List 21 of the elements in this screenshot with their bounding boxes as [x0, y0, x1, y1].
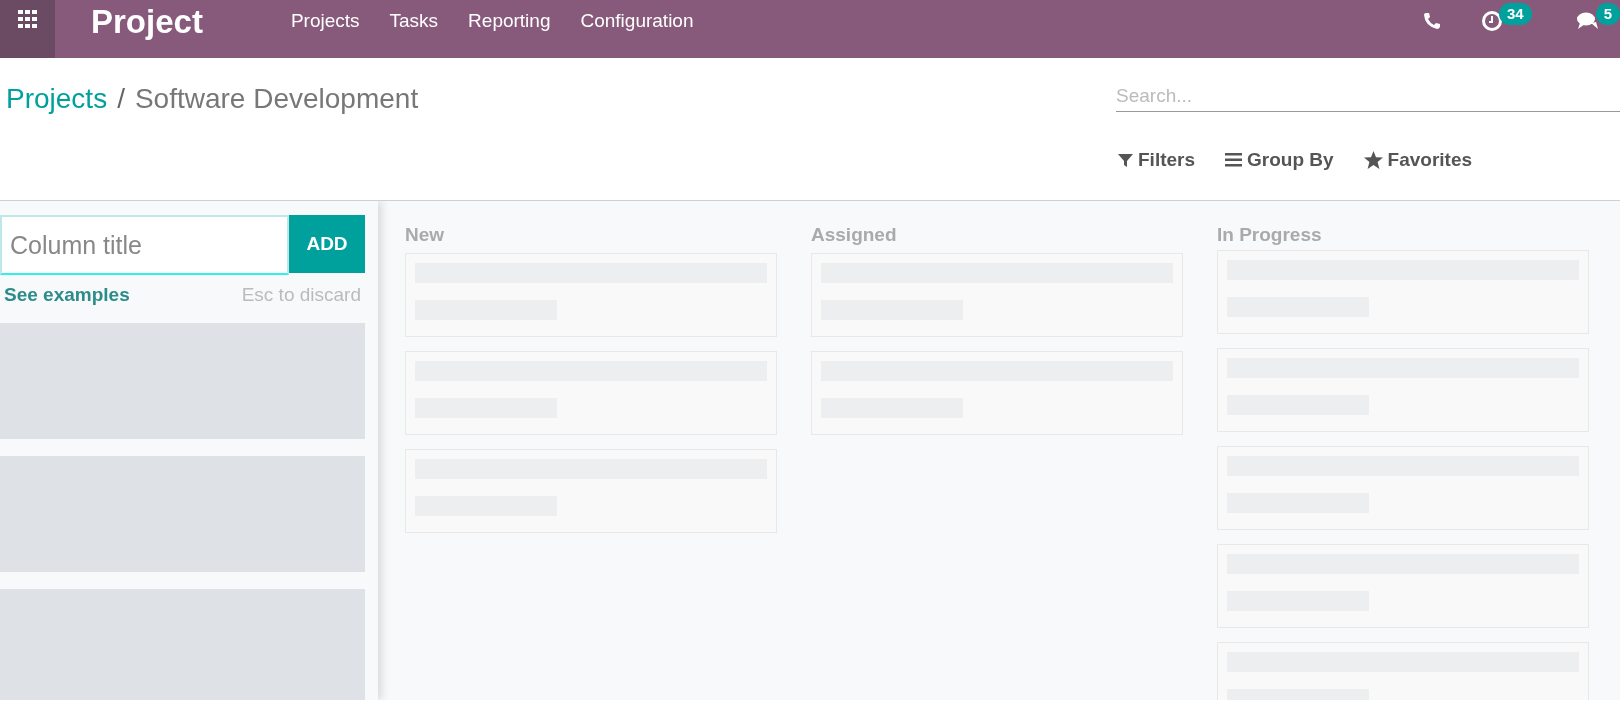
discard-hint: Esc to discard — [241, 283, 361, 307]
column-title: New — [405, 223, 446, 247]
add-button[interactable]: ADD — [289, 215, 365, 273]
breadcrumb-link[interactable]: Projects — [6, 78, 108, 120]
menu-item[interactable]: Reporting — [468, 6, 551, 36]
favorite-dropdown[interactable]: Favorites — [1363, 146, 1473, 175]
column-title: Assigned — [811, 223, 898, 247]
breadcrumb-separator: / — [117, 82, 125, 116]
menu-item[interactable]: Configuration — [580, 6, 694, 36]
menu-item[interactable]: Tasks — [389, 6, 439, 36]
notification-badge: 5 — [1595, 3, 1620, 25]
column-title-field[interactable]: Column title — [0, 215, 289, 275]
menu-item[interactable]: Projects — [290, 6, 360, 36]
search-field[interactable]: Search... — [1116, 80, 1620, 112]
see-examples-link[interactable]: See examples — [4, 281, 130, 310]
column-title: In Progress — [1217, 223, 1323, 247]
app-title: Project — [91, 4, 203, 38]
group-dropdown[interactable]: Group By — [1225, 146, 1334, 175]
breadcrumb-current: Software Development — [134, 82, 419, 116]
filter-dropdown[interactable]: Filters — [1118, 146, 1196, 175]
notification-badge: 34 — [1498, 3, 1532, 25]
